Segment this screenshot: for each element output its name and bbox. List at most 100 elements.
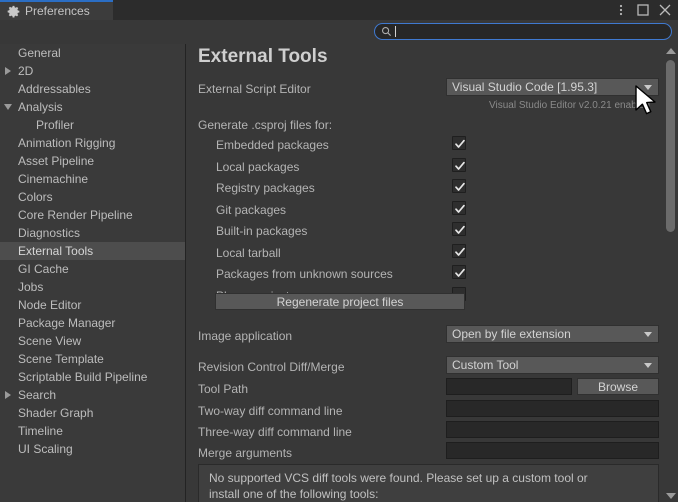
sidebar-item-scene-template[interactable]: Scene Template <box>0 350 185 368</box>
sidebar-item-general[interactable]: General <box>0 44 185 62</box>
sidebar-item-label: Shader Graph <box>18 406 94 420</box>
sidebar-item-label: Analysis <box>18 100 63 114</box>
sidebar-item-diagnostics[interactable]: Diagnostics <box>0 224 185 242</box>
sidebar-item-analysis[interactable]: Analysis <box>0 98 185 116</box>
csproj-option-checkbox[interactable] <box>452 158 466 172</box>
sidebar-item-label: Core Render Pipeline <box>18 208 133 222</box>
image-application-dropdown[interactable]: Open by file extension <box>446 325 659 343</box>
sidebar-item-ui-scaling[interactable]: UI Scaling <box>0 440 185 458</box>
csproj-option-checkbox[interactable] <box>452 179 466 193</box>
chevron-down-icon <box>644 332 652 337</box>
sidebar-item-scene-view[interactable]: Scene View <box>0 332 185 350</box>
csproj-option-checkbox[interactable] <box>452 222 466 236</box>
external-script-editor-dropdown[interactable]: Visual Studio Code [1.95.3] <box>446 78 659 96</box>
csproj-option-checkbox[interactable] <box>452 265 466 279</box>
check-icon <box>455 268 465 277</box>
chevron-down-icon <box>644 363 652 368</box>
preferences-sidebar[interactable]: General 2D Addressables Analysis Profiler Ani… <box>0 44 186 502</box>
csproj-option-checkbox[interactable] <box>452 244 466 258</box>
sidebar-item-label: General <box>18 46 61 60</box>
gear-icon <box>7 5 20 18</box>
csproj-option-label: Built-in packages <box>216 224 308 238</box>
sidebar-item-label: Diagnostics <box>18 226 81 240</box>
content-scrollbar[interactable] <box>663 44 678 502</box>
csproj-option-label: Embedded packages <box>216 138 329 152</box>
sidebar-item-label: Timeline <box>18 424 63 438</box>
search-bar-row <box>0 20 678 44</box>
content-panel: External Tools External Script Editor Vi… <box>187 44 678 502</box>
sidebar-item-scriptable-build-pipeline[interactable]: Scriptable Build Pipeline <box>0 368 185 386</box>
scroll-up-arrow-icon[interactable] <box>663 44 678 57</box>
check-icon <box>455 139 465 148</box>
csproj-option-label: Local tarball <box>216 246 281 260</box>
scrollbar-thumb[interactable] <box>666 60 675 232</box>
csproj-option-label: Git packages <box>216 203 287 217</box>
close-icon[interactable] <box>654 0 676 20</box>
sidebar-item-label: Scene Template <box>18 352 104 366</box>
browse-button-label: Browse <box>597 379 638 394</box>
sidebar-item-external-tools[interactable]: External Tools <box>0 242 185 260</box>
csproj-group-label: Generate .csproj files for: <box>198 118 333 132</box>
tool-path-label: Tool Path <box>198 382 249 396</box>
sidebar-item-search[interactable]: Search <box>0 386 185 404</box>
search-caret <box>395 26 396 37</box>
image-application-value: Open by file extension <box>452 327 571 341</box>
csproj-option-checkbox[interactable] <box>452 201 466 215</box>
three-way-diff-input[interactable] <box>446 421 659 438</box>
maximize-icon[interactable] <box>632 0 654 20</box>
revision-control-value: Custom Tool <box>452 358 519 372</box>
sidebar-item-shader-graph[interactable]: Shader Graph <box>0 404 185 422</box>
sidebar-item-profiler[interactable]: Profiler <box>0 116 185 134</box>
chevron-right-icon[interactable] <box>5 391 11 399</box>
chevron-right-icon[interactable] <box>5 67 11 75</box>
scroll-down-arrow-icon[interactable] <box>663 489 678 502</box>
sidebar-item-label: Search <box>18 388 57 402</box>
csproj-option-label: Registry packages <box>216 181 315 195</box>
tool-path-input[interactable] <box>446 378 572 395</box>
page-title: External Tools <box>198 46 328 67</box>
sidebar-item-package-manager[interactable]: Package Manager <box>0 314 185 332</box>
merge-arguments-input[interactable] <box>446 442 659 459</box>
chevron-down-icon <box>644 85 652 90</box>
sidebar-item-label: GI Cache <box>18 262 69 276</box>
sidebar-item-asset-pipeline[interactable]: Asset Pipeline <box>0 152 185 170</box>
regenerate-project-files-button[interactable]: Regenerate project files <box>215 293 465 310</box>
sidebar-item-label: Package Manager <box>18 316 116 330</box>
sidebar-item-label: Addressables <box>18 82 91 96</box>
check-icon <box>455 225 465 234</box>
tab-preferences[interactable]: Preferences <box>0 0 113 20</box>
sidebar-item-colors[interactable]: Colors <box>0 188 185 206</box>
sidebar-item-addressables[interactable]: Addressables <box>0 80 185 98</box>
external-script-editor-label: External Script Editor <box>198 82 311 96</box>
sidebar-item-timeline[interactable]: Timeline <box>0 422 185 440</box>
sidebar-item-core-render-pipeline[interactable]: Core Render Pipeline <box>0 206 185 224</box>
sidebar-item-node-editor[interactable]: Node Editor <box>0 296 185 314</box>
sidebar-item-jobs[interactable]: Jobs <box>0 278 185 296</box>
vcs-warning-line2: install one of the following tools: <box>209 487 379 501</box>
sidebar-item-label: Scene View <box>18 334 82 348</box>
two-way-diff-input[interactable] <box>446 400 659 417</box>
sidebar-item-cinemachine[interactable]: Cinemachine <box>0 170 185 188</box>
tab-label: Preferences <box>25 4 90 18</box>
image-application-label: Image application <box>198 329 293 343</box>
regenerate-project-files-label: Regenerate project files <box>276 294 404 309</box>
revision-control-dropdown[interactable]: Custom Tool <box>446 356 659 374</box>
sidebar-item-label: External Tools <box>18 244 94 258</box>
chevron-down-icon[interactable] <box>4 104 12 110</box>
vcs-warning-helpbox: No supported VCS diff tools were found. … <box>198 464 659 502</box>
title-bar: Preferences <box>0 0 678 20</box>
sidebar-item-label: Asset Pipeline <box>18 154 95 168</box>
search-input[interactable] <box>374 23 672 40</box>
browse-button[interactable]: Browse <box>577 378 659 395</box>
kebab-menu-icon[interactable] <box>610 0 632 20</box>
csproj-option-label: Packages from unknown sources <box>216 267 393 281</box>
sidebar-item-2d[interactable]: 2D <box>0 62 185 80</box>
sidebar-item-animation-rigging[interactable]: Animation Rigging <box>0 134 185 152</box>
external-script-editor-note: Visual Studio Editor v2.0.21 enabled <box>489 100 651 111</box>
sidebar-item-label: UI Scaling <box>18 442 73 456</box>
check-icon <box>455 247 465 256</box>
vcs-warning-line1: No supported VCS diff tools were found. … <box>209 471 588 485</box>
sidebar-item-gi-cache[interactable]: GI Cache <box>0 260 185 278</box>
sidebar-item-label: Scriptable Build Pipeline <box>18 370 148 384</box>
csproj-option-checkbox[interactable] <box>452 136 466 150</box>
